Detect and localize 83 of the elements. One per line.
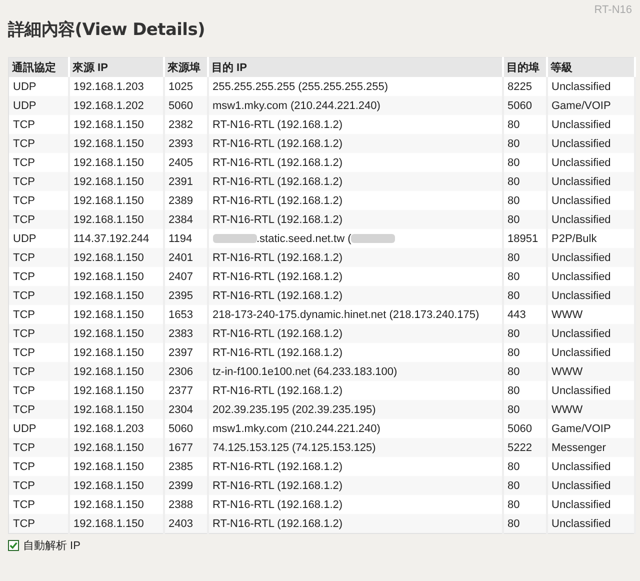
- table-cell: Unclassified: [546, 514, 635, 534]
- table-cell: 80: [502, 286, 546, 305]
- model-label: RT-N16: [594, 4, 632, 16]
- checkbox[interactable]: [8, 540, 19, 551]
- column-header: 等級: [546, 58, 635, 77]
- table-cell: Unclassified: [546, 134, 635, 153]
- table-cell: WWW: [546, 362, 635, 381]
- table-cell: 2395: [164, 286, 208, 305]
- table-cell: 192.168.1.202: [68, 96, 164, 115]
- table-cell: 80: [502, 362, 546, 381]
- table-cell: 80: [502, 476, 546, 495]
- table-cell: RT-N16-RTL (192.168.1.2): [208, 324, 502, 343]
- table-cell: Messenger: [546, 438, 635, 457]
- table-cell: RT-N16-RTL (192.168.1.2): [208, 476, 502, 495]
- table-cell: 2393: [164, 134, 208, 153]
- table-cell: tz-in-f100.1e100.net (64.233.183.100): [208, 362, 502, 381]
- table-cell: Unclassified: [546, 286, 635, 305]
- table-cell: 192.168.1.150: [68, 324, 164, 343]
- column-header: 目的埠: [502, 58, 546, 77]
- table-cell: 5222: [502, 438, 546, 457]
- table-cell: 2304: [164, 400, 208, 419]
- table-cell: TCP: [8, 134, 68, 153]
- checkbox-label: 自動解析 IP: [23, 539, 80, 553]
- table-cell: 192.168.1.150: [68, 438, 164, 457]
- table-cell: RT-N16-RTL (192.168.1.2): [208, 210, 502, 229]
- table-cell: 192.168.1.150: [68, 400, 164, 419]
- table-cell: 192.168.1.150: [68, 286, 164, 305]
- table-cell: 80: [502, 400, 546, 419]
- table-cell: 2391: [164, 172, 208, 191]
- column-header: 通訊協定: [8, 58, 68, 77]
- table-cell: msw1.mky.com (210.244.221.240): [208, 96, 502, 115]
- table-cell: 192.168.1.150: [68, 210, 164, 229]
- table-cell: RT-N16-RTL (192.168.1.2): [208, 248, 502, 267]
- table-cell: 192.168.1.150: [68, 134, 164, 153]
- table-cell: RT-N16-RTL (192.168.1.2): [208, 514, 502, 534]
- table-cell: Unclassified: [546, 248, 635, 267]
- table-cell: TCP: [8, 400, 68, 419]
- table-cell: Unclassified: [546, 172, 635, 191]
- table-cell: TCP: [8, 286, 68, 305]
- table-cell: 192.168.1.150: [68, 476, 164, 495]
- table-cell: TCP: [8, 172, 68, 191]
- table-cell: TCP: [8, 324, 68, 343]
- table-cell: 192.168.1.150: [68, 172, 164, 191]
- table-cell: Game/VOIP: [546, 96, 635, 115]
- table-cell: Unclassified: [546, 324, 635, 343]
- table-cell: RT-N16-RTL (192.168.1.2): [208, 172, 502, 191]
- table-cell: 74.125.153.125 (74.125.153.125): [208, 438, 502, 457]
- table-cell: 80: [502, 514, 546, 534]
- table-cell: RT-N16-RTL (192.168.1.2): [208, 286, 502, 305]
- table-cell: 80: [502, 172, 546, 191]
- table-cell: 2384: [164, 210, 208, 229]
- table-cell: TCP: [8, 210, 68, 229]
- table-cell: 1677: [164, 438, 208, 457]
- table-cell: UDP: [8, 96, 68, 115]
- table-cell: Unclassified: [546, 210, 635, 229]
- table-cell: 5060: [164, 96, 208, 115]
- table-cell: 2383: [164, 324, 208, 343]
- table-cell: 2403: [164, 514, 208, 534]
- table-cell: Unclassified: [546, 476, 635, 495]
- table-cell: TCP: [8, 476, 68, 495]
- table-cell: 192.168.1.150: [68, 514, 164, 534]
- table-cell: TCP: [8, 362, 68, 381]
- column-header: 來源埠: [164, 58, 208, 77]
- table-cell: TCP: [8, 438, 68, 457]
- table-cell: 192.168.1.150: [68, 248, 164, 267]
- table-cell: 80: [502, 134, 546, 153]
- table-cell: WWW: [546, 400, 635, 419]
- column-header: 目的 IP: [208, 58, 502, 77]
- table-cell: 80: [502, 248, 546, 267]
- table-cell: TCP: [8, 248, 68, 267]
- table-cell: 80: [502, 210, 546, 229]
- table-cell: RT-N16-RTL (192.168.1.2): [208, 134, 502, 153]
- table-cell: 2399: [164, 476, 208, 495]
- table-cell: 80: [502, 324, 546, 343]
- table-cell: TCP: [8, 514, 68, 534]
- page-title: 詳細內容(View Details): [8, 19, 206, 41]
- table-cell: 5060: [502, 96, 546, 115]
- table-cell: .static.seed.net.tw (: [256, 232, 352, 244]
- column-header: 來源 IP: [68, 58, 164, 77]
- table-cell: 202.39.235.195 (202.39.235.195): [208, 400, 502, 419]
- table-cell: 2306: [164, 362, 208, 381]
- table-cell: 192.168.1.150: [68, 362, 164, 381]
- table-cell: 2401: [164, 248, 208, 267]
